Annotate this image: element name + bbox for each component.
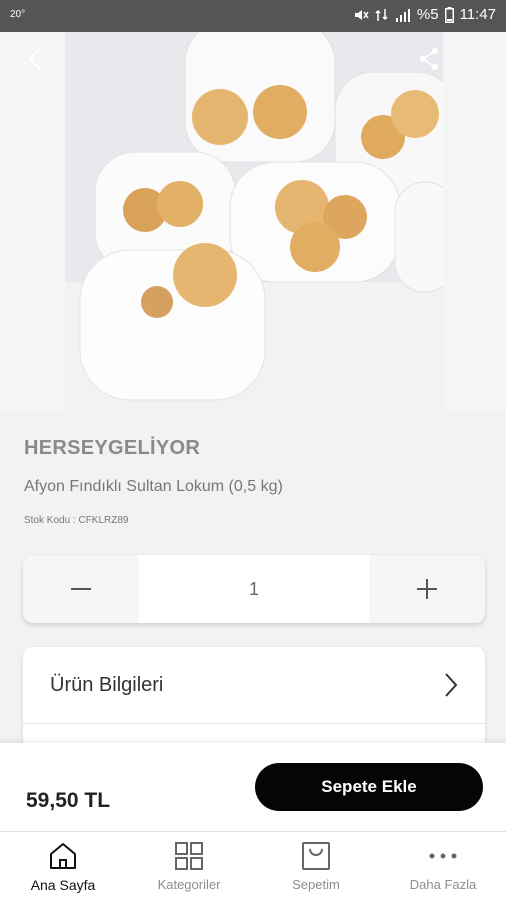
grid-icon: [175, 842, 203, 870]
nav-item-cart[interactable]: Sepetim: [253, 832, 379, 900]
nav-item-more[interactable]: Daha Fazla: [380, 832, 506, 900]
status-icons: %5 11:47: [353, 6, 496, 23]
share-button[interactable]: [414, 44, 444, 74]
chevron-left-icon: [28, 48, 41, 70]
share-icon: [420, 48, 438, 70]
home-icon: [50, 843, 76, 869]
nav-item-categories[interactable]: Kategoriler: [126, 832, 252, 900]
product-details-card: Ürün Bilgileri: [23, 647, 485, 757]
product-name: Afyon Fındıklı Sultan Lokum (0,5 kg): [24, 478, 283, 495]
status-time: 11:47: [459, 6, 496, 23]
mute-icon: [354, 9, 369, 20]
nav-label-categories: Kategoriler: [157, 877, 221, 892]
back-button[interactable]: [20, 44, 50, 74]
nav-item-home[interactable]: Ana Sayfa: [0, 832, 126, 900]
bottom-navigation: Ana Sayfa Kategoriler Sepetim Daha Fazla: [0, 831, 506, 900]
price: 59,50 TL: [26, 789, 111, 812]
nav-label-cart: Sepetim: [292, 877, 340, 892]
product-info-label: Ürün Bilgileri: [50, 674, 164, 696]
decrease-quantity-button[interactable]: [23, 555, 139, 623]
increase-quantity-button[interactable]: [369, 555, 485, 623]
stock-code: Stok Kodu : CFKLRZ89: [24, 515, 129, 526]
product-info-row[interactable]: Ürün Bilgileri: [23, 647, 485, 724]
quantity-stepper: 1: [23, 555, 485, 623]
plus-icon: [417, 579, 437, 599]
nav-label-more: Daha Fazla: [409, 877, 477, 892]
more-dots-icon: [429, 853, 457, 859]
minus-icon: [71, 588, 91, 590]
data-signal-icon: [375, 8, 388, 21]
product-photo: [65, 32, 443, 410]
cell-signal-icon: [395, 8, 410, 22]
cart-bar: 59,50 TL Sepete Ekle: [0, 743, 506, 831]
status-temperature: 20°: [10, 9, 26, 20]
add-to-cart-button[interactable]: Sepete Ekle: [255, 763, 483, 811]
quantity-value: 1: [139, 555, 369, 623]
battery-icon: [444, 6, 454, 23]
status-bar: 20° %5 11:47: [0, 0, 506, 32]
nav-label-home: Ana Sayfa: [30, 877, 96, 893]
battery-percent: %5: [416, 6, 439, 23]
brand-name: HERSEYGELİYOR: [24, 437, 201, 459]
product-image-area: [0, 32, 506, 410]
chevron-right-icon: [445, 673, 458, 697]
bag-icon: [302, 842, 330, 870]
